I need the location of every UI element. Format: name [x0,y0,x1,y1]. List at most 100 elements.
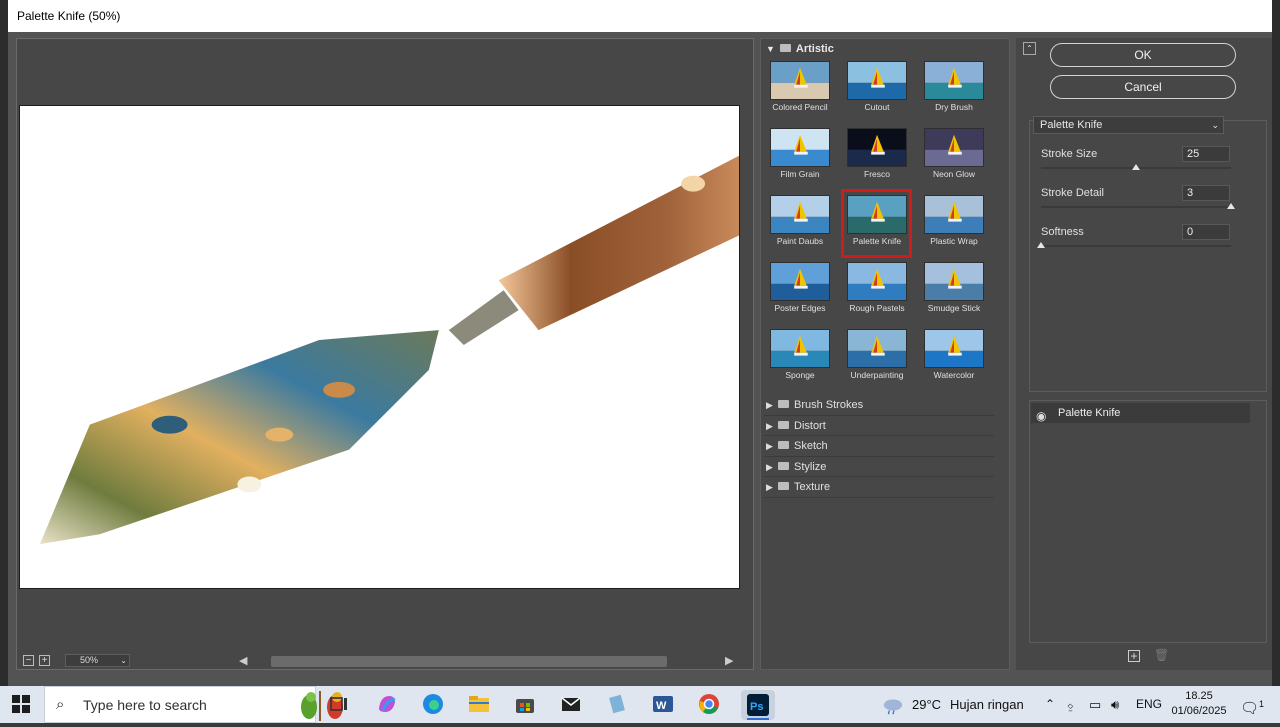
windows-taskbar: ⌕ Type here to search W Ps 29°C Hujan ri… [0,686,1280,723]
category-distort[interactable]: ▶ Distort [764,416,994,436]
notification-icon[interactable]: 🗨︎1 [1240,686,1264,727]
file-explorer-icon[interactable] [467,692,491,716]
scroll-right-icon[interactable]: ▶ [725,654,733,668]
category-sketch[interactable]: ▶ Sketch [764,436,994,457]
effect-layer-row[interactable]: ◉ Palette Knife [1031,403,1250,423]
filter-thumb-cutout[interactable]: Cutout [846,60,908,122]
speaker-icon[interactable]: 🔊︎ [1111,686,1119,723]
weather-desc[interactable]: Hujan ringan [950,686,1024,723]
poster-edges-thumbnail [770,262,830,301]
edge-browser-icon[interactable] [421,692,445,716]
category-stylize[interactable]: ▶ Stylize [764,457,994,477]
zoom-select[interactable]: 50% ⌄ [65,654,130,667]
dialog-title: Palette Knife (50%) [8,0,1272,32]
taskbar-search[interactable]: ⌕ Type here to search [44,686,343,723]
filter-thumb-underpainting[interactable]: Underpainting [846,328,908,390]
clock-date: 01/06/2025 [1171,705,1227,717]
filter-select[interactable]: Palette Knife ⌄ [1033,116,1224,134]
filter-thumb-neon-glow[interactable]: Neon Glow [923,127,985,189]
collapse-icon[interactable]: ⌃ [1023,42,1036,55]
scroll-left-icon[interactable]: ◀ [239,654,247,668]
collapsed-triangle-icon: ▶ [766,400,773,410]
category-label: Stylize [794,460,827,473]
effect-layer-name: Palette Knife [1058,407,1121,419]
word-icon[interactable]: W [651,692,675,716]
settings-panel: ⌃ OK Cancel Palette Knife ⌄ Stroke Size 2… [1016,38,1272,670]
eye-icon[interactable]: ◉ [1036,406,1046,426]
filter-thumb-plastic-wrap[interactable]: Plastic Wrap [923,194,985,256]
language-indicator[interactable]: ENG [1136,686,1162,723]
filter-thumb-dry-brush[interactable]: Dry Brush [923,60,985,122]
neon-glow-thumbnail [924,128,984,167]
fresco-thumbnail [847,128,907,167]
filter-thumb-label: Paint Daubs [776,236,824,246]
filter-thumb-label: Watercolor [933,370,975,380]
weather-temp[interactable]: 29°C [912,686,941,723]
category-artistic[interactable]: ▼ Artistic [766,43,834,55]
ok-button[interactable]: OK [1050,43,1236,67]
zoom-out-button[interactable]: − [23,655,34,666]
new-effect-layer-icon[interactable]: + [1128,650,1140,662]
param-slider-track[interactable] [1041,206,1231,208]
network-icon[interactable]: ▭ [1089,686,1101,723]
category-brush-strokes[interactable]: ▶ Brush Strokes [764,395,994,416]
folder-icon [778,441,789,449]
filter-thumb-label: Film Grain [780,169,820,179]
param-label: Stroke Detail [1041,187,1104,199]
filter-thumb-smudge-stick[interactable]: Smudge Stick [923,261,985,323]
effect-layers: ◉ Palette Knife [1029,400,1267,643]
windows-start-icon[interactable] [12,695,30,713]
category-texture[interactable]: ▶ Texture [764,477,994,498]
filter-thumb-colored-pencil[interactable]: Colored Pencil [769,60,831,122]
param-slider-knob[interactable] [1037,242,1045,248]
category-label: Distort [794,419,826,432]
task-view-icon[interactable] [327,692,351,716]
mail-icon[interactable] [559,692,583,716]
notepad-icon[interactable] [605,692,629,716]
preview-footer: − + 50% ⌄ ◀ ▶ [17,651,753,671]
photoshop-icon[interactable]: Ps [741,690,775,720]
palette-knife-thumbnail [847,195,907,234]
svg-text:Ps: Ps [750,701,763,713]
collapsed-triangle-icon: ▶ [766,441,773,451]
zoom-in-button[interactable]: + [39,655,50,666]
folder-icon [778,482,789,490]
zoom-value: 50% [80,655,99,665]
param-slider-knob[interactable] [1227,203,1235,209]
filter-thumb-poster-edges[interactable]: Poster Edges [769,261,831,323]
filter-thumb-paint-daubs[interactable]: Paint Daubs [769,194,831,256]
param-value-input[interactable]: 25 [1182,146,1230,162]
weather-icon[interactable] [882,686,904,723]
param-value-input[interactable]: 0 [1182,224,1230,240]
expanded-triangle-icon: ▼ [766,44,775,54]
search-placeholder: Type here to search [83,697,207,713]
chevron-up-icon[interactable]: ⌃ [1045,686,1055,723]
filter-thumb-label: Underpainting [850,370,904,380]
filter-thumb-rough-pastels[interactable]: Rough Pastels [846,261,908,323]
filter-thumb-watercolor[interactable]: Watercolor [923,328,985,390]
microsoft-store-icon[interactable] [513,692,537,716]
param-slider-knob[interactable] [1132,164,1140,170]
category-label: Texture [794,481,831,493]
param-slider-track[interactable] [1041,245,1231,247]
scroll-thumb[interactable] [271,656,667,667]
filter-thumb-label: Neon Glow [932,169,976,179]
copilot-icon[interactable] [375,692,399,716]
cancel-button[interactable]: Cancel [1050,75,1236,99]
collapsed-triangle-icon: ▶ [766,482,773,492]
preview-image[interactable] [19,105,740,589]
collapsed-triangle-icon: ▶ [766,420,773,431]
folder-icon [778,420,789,429]
param-label: Stroke Size [1041,148,1098,160]
filter-thumb-fresco[interactable]: Fresco [846,127,908,189]
chrome-icon[interactable] [697,692,721,716]
horizontal-scrollbar[interactable]: ◀ ▶ [239,654,739,668]
taskbar-clock[interactable]: 18.25 01/06/2025 [1166,689,1232,719]
filter-thumb-sponge[interactable]: Sponge [769,328,831,390]
delete-effect-layer-icon[interactable]: 🗑 [1154,649,1169,662]
preview-pane[interactable]: − + 50% ⌄ ◀ ▶ [16,38,754,670]
param-value-input[interactable]: 3 [1182,185,1230,201]
filter-thumb-film-grain[interactable]: Film Grain [769,127,831,189]
device-icon[interactable]: ⍚ [1067,686,1075,723]
filter-thumb-palette-knife[interactable]: Palette Knife [841,189,912,258]
